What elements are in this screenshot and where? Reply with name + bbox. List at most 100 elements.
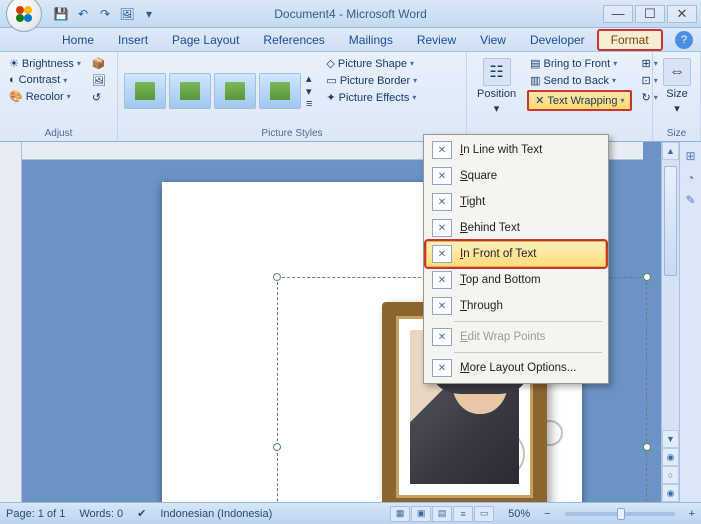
dd-item-through[interactable]: ✕Through [426, 293, 606, 319]
full-screen-view-icon[interactable]: ▣ [411, 506, 431, 522]
wrap-icon: ✕ [432, 271, 452, 289]
tab-insert[interactable]: Insert [106, 29, 160, 51]
recolor-button[interactable]: 🎨 Recolor ▾ [6, 89, 84, 104]
status-proofing-icon[interactable]: ✔ [137, 507, 146, 520]
close-button[interactable]: ✕ [667, 5, 697, 23]
zoom-in-button[interactable]: + [689, 508, 695, 520]
zoom-out-button[interactable]: − [544, 508, 550, 520]
minimize-button[interactable]: — [603, 5, 633, 23]
office-button[interactable] [6, 0, 42, 32]
dd-item-tight[interactable]: ✕Tight [426, 189, 606, 215]
resize-handle-tl[interactable] [273, 273, 281, 281]
outline-view-icon[interactable]: ≡ [453, 506, 473, 522]
next-page-icon[interactable]: ◉ [662, 484, 679, 502]
scroll-up-icon[interactable]: ▲ [662, 142, 679, 160]
recolor-label: Recolor [26, 91, 64, 103]
picture-styles-gallery[interactable]: ▴ ▾ ≡ [124, 56, 314, 126]
contrast-button[interactable]: ◐ Contrast ▾ [6, 73, 84, 87]
text-wrapping-button[interactable]: ✕ Text Wrapping ▾ [527, 90, 632, 111]
tab-page-layout[interactable]: Page Layout [160, 29, 251, 51]
status-language[interactable]: Indonesian (Indonesia) [160, 508, 272, 520]
group-picture-styles: ▴ ▾ ≡ ◇ Picture Shape ▾ ▭ Picture Border… [118, 52, 467, 141]
scroll-thumb[interactable] [664, 166, 677, 276]
print-layout-view-icon[interactable]: ▦ [390, 506, 410, 522]
dd-item-label: In Line with Text [460, 144, 542, 156]
dd-item-label: Top and Bottom [460, 274, 541, 286]
picture-effects-button[interactable]: ✦ Picture Effects ▾ [323, 90, 420, 105]
group-arrange: ☷ Position ▾ ▤ Bring to Front ▾ ▥ Send t… [467, 52, 653, 141]
tab-mailings[interactable]: Mailings [337, 29, 405, 51]
save-icon[interactable]: 💾 [52, 5, 70, 23]
status-page[interactable]: Page: 1 of 1 [6, 508, 65, 520]
browse-object-icon[interactable]: ○ [662, 466, 679, 484]
status-words[interactable]: Words: 0 [79, 508, 123, 520]
side-icon-2[interactable]: ◔ [683, 170, 699, 186]
brightness-label: Brightness [22, 58, 74, 70]
position-icon: ☷ [483, 58, 511, 86]
zoom-level[interactable]: 50% [508, 508, 530, 520]
dd-item-topbottom[interactable]: ✕ Top and Bottom [426, 267, 606, 293]
scroll-down-icon[interactable]: ▼ [662, 430, 679, 448]
gallery-more-icon[interactable]: ≡ [304, 98, 314, 110]
maximize-button[interactable]: ☐ [635, 5, 665, 23]
help-icon[interactable]: ? [675, 31, 693, 49]
tab-format[interactable]: Format [597, 29, 663, 51]
web-layout-view-icon[interactable]: ▤ [432, 506, 452, 522]
position-button[interactable]: ☷ Position ▾ [473, 56, 520, 139]
side-icon-3[interactable]: ✎ [683, 192, 699, 208]
text-wrapping-dropdown: ✕In Line with Text✕Square✕Tight✕Behind T… [423, 134, 609, 384]
send-to-back-button[interactable]: ▥ Send to Back ▾ [527, 73, 632, 88]
gallery-down-icon[interactable]: ▾ [304, 85, 314, 98]
style-thumb-3[interactable] [214, 73, 256, 109]
window-controls: — ☐ ✕ [603, 5, 697, 23]
style-thumb-4[interactable] [259, 73, 301, 109]
picture-border-button[interactable]: ▭ Picture Border ▾ [323, 73, 420, 88]
picture-shape-button[interactable]: ◇ Picture Shape ▾ [323, 56, 420, 71]
redo-icon[interactable]: ↷ [96, 5, 114, 23]
dd-item-label: Tight [460, 196, 485, 208]
view-buttons: ▦ ▣ ▤ ≡ ▭ [390, 506, 494, 522]
tab-view[interactable]: View [468, 29, 518, 51]
wrap-icon: ✕ [432, 297, 452, 315]
size-icon: ⇔ [663, 58, 691, 86]
bring-to-front-button[interactable]: ▤ Bring to Front ▾ [527, 56, 632, 71]
tab-home[interactable]: Home [50, 29, 106, 51]
dropdown-separator [454, 352, 602, 353]
tab-review[interactable]: Review [405, 29, 468, 51]
reset-picture-icon[interactable]: ↺ [89, 90, 109, 105]
group-size-label: Size [659, 126, 694, 139]
resize-handle-mr[interactable] [643, 443, 651, 451]
wrap-icon: ✕ [432, 141, 452, 159]
group-adjust-label: Adjust [6, 126, 111, 139]
vertical-ruler[interactable] [0, 142, 22, 502]
dd-item-square[interactable]: ✕Square [426, 163, 606, 189]
side-icon-1[interactable]: ⊞ [683, 148, 699, 164]
picture-border-label: Picture Border [340, 75, 410, 87]
zoom-slider[interactable] [565, 512, 675, 516]
dd-item-behind[interactable]: ✕Behind Text [426, 215, 606, 241]
qat-dropdown-icon[interactable]: ▾ [140, 5, 158, 23]
style-thumb-1[interactable] [124, 73, 166, 109]
size-button[interactable]: ⇔ Size ▾ [659, 56, 695, 126]
prev-page-icon[interactable]: ◉ [662, 448, 679, 466]
gallery-icon[interactable]: 🖼 [118, 5, 136, 23]
change-picture-icon[interactable]: 🖼 [89, 73, 109, 88]
brightness-button[interactable]: ☀ Brightness ▾ [6, 56, 84, 71]
resize-handle-ml[interactable] [273, 443, 281, 451]
style-thumb-2[interactable] [169, 73, 211, 109]
zoom-knob[interactable] [617, 508, 625, 520]
tab-references[interactable]: References [251, 29, 336, 51]
quick-access-toolbar: 💾 ↶ ↷ 🖼 ▾ [52, 5, 158, 23]
scroll-track[interactable] [662, 160, 679, 430]
vertical-scrollbar[interactable]: ▲ ▼ ◉ ○ ◉ [661, 142, 679, 502]
draft-view-icon[interactable]: ▭ [474, 506, 494, 522]
titlebar: 💾 ↶ ↷ 🖼 ▾ Document4 - Microsoft Word — ☐… [0, 0, 701, 28]
resize-handle-tr[interactable] [643, 273, 651, 281]
tab-developer[interactable]: Developer [518, 29, 597, 51]
gallery-up-icon[interactable]: ▴ [304, 72, 314, 85]
compress-pictures-icon[interactable]: 📦 [89, 56, 109, 71]
dd-item-front[interactable]: ✕In Front of Text [426, 241, 606, 267]
dd-item-inline[interactable]: ✕ In Line with Text [426, 137, 606, 163]
undo-icon[interactable]: ↶ [74, 5, 92, 23]
dd-item-more[interactable]: ✕More Layout Options... [426, 355, 606, 381]
